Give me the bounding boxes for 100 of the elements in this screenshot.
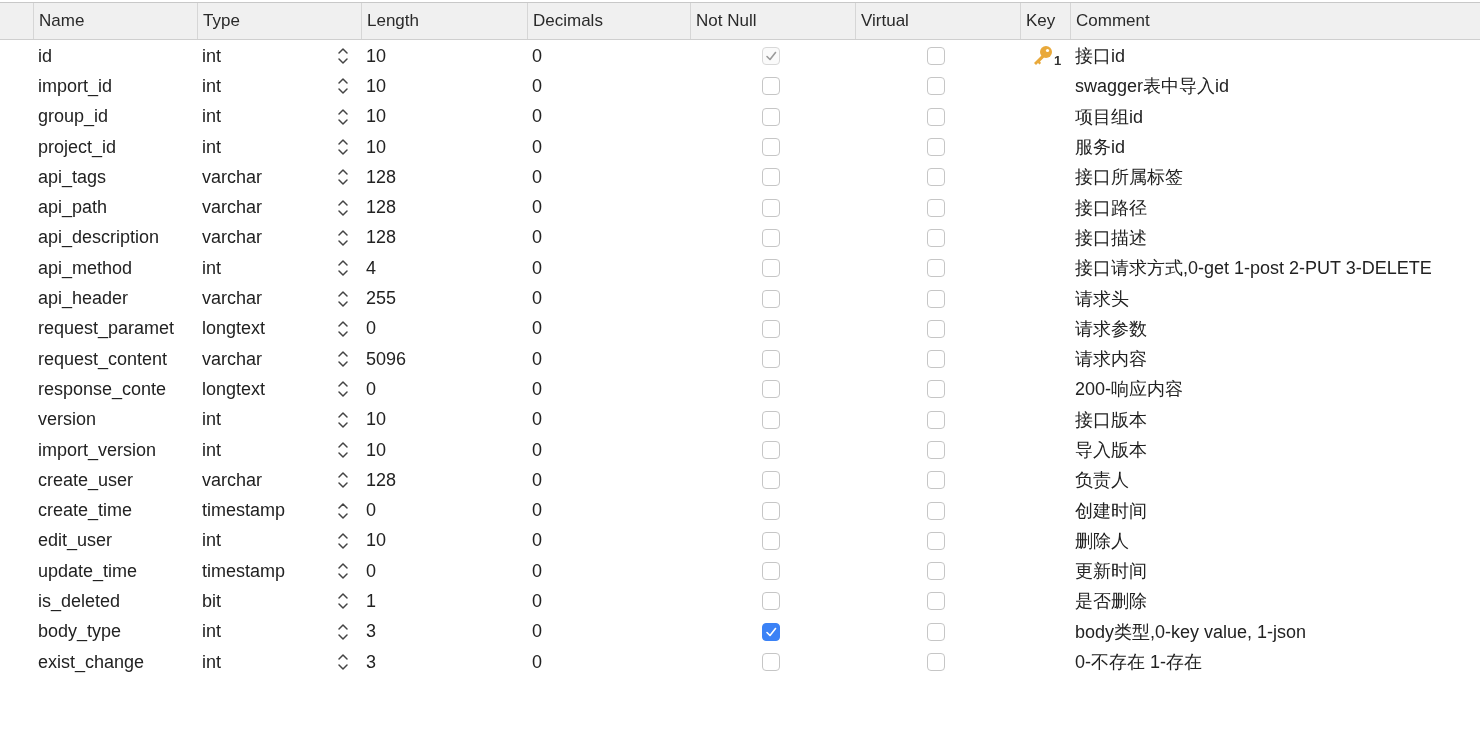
field-type: int (202, 530, 221, 552)
not-null-checkbox[interactable] (762, 289, 780, 308)
stepper-icon[interactable] (337, 561, 349, 582)
column-header[interactable]: Comment (1070, 3, 1480, 39)
field-decimals: 0 (531, 75, 543, 97)
column-header[interactable]: Key (1020, 3, 1070, 39)
field-name: api_description (37, 227, 161, 249)
field-name: edit_user (37, 530, 114, 552)
virtual-checkbox[interactable] (927, 501, 945, 520)
stepper-icon[interactable] (337, 470, 349, 491)
field-length: 10 (365, 75, 388, 97)
field-decimals: 0 (531, 166, 543, 188)
stepper-icon[interactable] (337, 318, 349, 339)
not-null-checkbox[interactable] (762, 168, 780, 187)
virtual-checkbox[interactable] (927, 653, 945, 672)
not-null-checkbox[interactable] (762, 198, 780, 217)
not-null-checkbox[interactable] (762, 441, 780, 459)
field-comment: swagger表中导入id (1074, 75, 1231, 99)
virtual-checkbox[interactable] (927, 531, 945, 550)
field-decimals: 0 (531, 45, 543, 67)
field-length: 0 (365, 378, 377, 400)
not-null-checkbox[interactable] (762, 410, 780, 429)
virtual-checkbox[interactable] (927, 289, 945, 308)
not-null-checkbox[interactable] (762, 259, 780, 278)
field-comment: 接口id (1074, 45, 1126, 69)
stepper-icon[interactable] (337, 197, 349, 218)
field-decimals: 0 (531, 591, 543, 612)
virtual-checkbox[interactable] (927, 622, 945, 641)
field-comment: 服务id (1074, 136, 1126, 160)
column-header[interactable]: Virtual (855, 3, 1020, 39)
virtual-checkbox[interactable] (927, 562, 945, 581)
field-comment: 负责人 (1074, 469, 1130, 493)
field-type: varchar (202, 166, 263, 188)
virtual-checkbox[interactable] (927, 259, 945, 278)
field-type: int (202, 136, 221, 158)
virtual-checkbox[interactable] (927, 592, 945, 611)
field-type: int (202, 651, 221, 673)
column-header[interactable]: Type (197, 3, 361, 39)
stepper-icon[interactable] (337, 379, 349, 400)
stepper-icon[interactable] (337, 440, 349, 460)
field-type: timestamp (202, 500, 286, 522)
stepper-icon[interactable] (337, 652, 349, 673)
not-null-checkbox[interactable] (762, 653, 780, 672)
stepper-icon[interactable] (337, 76, 349, 97)
field-type: timestamp (202, 560, 286, 582)
not-null-checkbox[interactable] (762, 531, 780, 550)
virtual-checkbox[interactable] (927, 350, 945, 369)
stepper-icon[interactable] (337, 409, 349, 430)
stepper-icon[interactable] (337, 288, 349, 309)
virtual-checkbox[interactable] (927, 319, 945, 338)
field-name: id (37, 45, 53, 67)
virtual-checkbox[interactable] (927, 410, 945, 429)
virtual-checkbox[interactable] (927, 441, 945, 459)
stepper-icon[interactable] (337, 621, 349, 642)
not-null-checkbox[interactable] (762, 107, 780, 126)
field-decimals: 0 (531, 469, 543, 491)
field-type: varchar (202, 469, 263, 491)
field-length: 10 (365, 136, 388, 158)
not-null-checkbox[interactable] (762, 592, 780, 611)
stepper-icon[interactable] (337, 167, 349, 188)
virtual-checkbox[interactable] (927, 47, 945, 66)
stepper-icon[interactable] (337, 227, 349, 248)
stepper-icon[interactable] (337, 591, 349, 612)
field-decimals: 0 (531, 560, 543, 582)
field-decimals: 0 (531, 409, 543, 431)
column-header[interactable]: Not Null (690, 3, 855, 39)
virtual-checkbox[interactable] (927, 107, 945, 126)
stepper-icon[interactable] (337, 349, 349, 370)
virtual-checkbox[interactable] (927, 198, 945, 217)
field-name: request_content (37, 348, 169, 370)
stepper-icon[interactable] (337, 258, 349, 279)
virtual-checkbox[interactable] (927, 77, 945, 96)
field-comment: 接口路径 (1074, 196, 1148, 220)
field-type: varchar (202, 227, 263, 249)
virtual-checkbox[interactable] (927, 138, 945, 157)
not-null-checkbox[interactable] (762, 562, 780, 581)
stepper-icon[interactable] (337, 46, 349, 67)
not-null-checkbox[interactable] (762, 380, 780, 399)
virtual-checkbox[interactable] (927, 168, 945, 187)
not-null-checkbox[interactable] (762, 138, 780, 157)
field-name: request_paramet (37, 318, 176, 340)
field-comment: 请求内容 (1074, 348, 1148, 372)
stepper-icon[interactable] (337, 530, 349, 551)
not-null-checkbox[interactable] (762, 77, 780, 96)
not-null-checkbox[interactable] (762, 501, 780, 520)
virtual-checkbox[interactable] (927, 228, 945, 247)
not-null-checkbox[interactable] (762, 228, 780, 247)
column-header[interactable]: Decimals (527, 3, 690, 39)
stepper-icon[interactable] (337, 106, 349, 127)
not-null-checkbox[interactable] (762, 622, 780, 641)
field-type: int (202, 75, 221, 97)
column-header[interactable]: Length (361, 3, 527, 39)
not-null-checkbox[interactable] (762, 319, 780, 338)
not-null-checkbox[interactable] (762, 471, 780, 490)
virtual-checkbox[interactable] (927, 380, 945, 399)
stepper-icon[interactable] (337, 500, 349, 521)
virtual-checkbox[interactable] (927, 471, 945, 490)
column-header[interactable]: Name (33, 3, 197, 39)
stepper-icon[interactable] (337, 137, 349, 158)
not-null-checkbox[interactable] (762, 350, 780, 369)
